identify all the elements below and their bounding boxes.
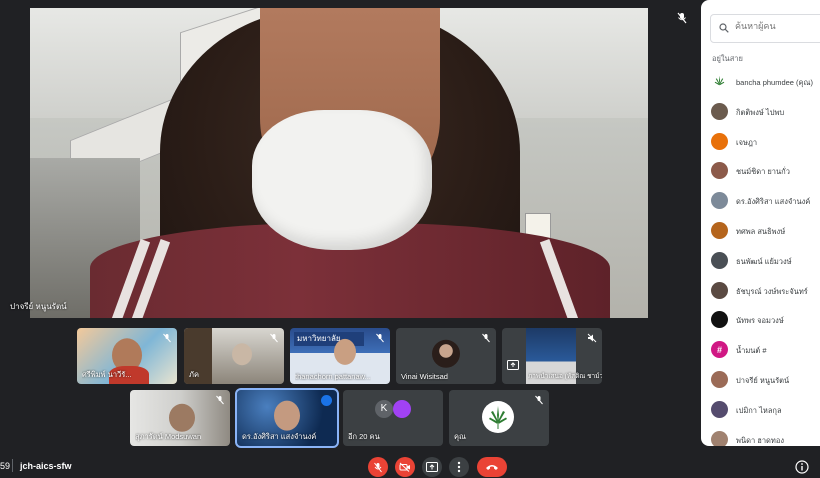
participant-avatar <box>432 339 460 368</box>
participant-name: Vinai Wisitsad <box>401 372 448 381</box>
participant-list-name: เจษฎา <box>736 137 758 147</box>
mic-off-icon <box>374 462 382 472</box>
meeting-code: jch-aics-sfw <box>20 461 72 471</box>
participant-avatar <box>711 281 728 299</box>
info-icon[interactable] <box>795 460 809 474</box>
speaking-indicator-icon <box>321 395 332 406</box>
pinned-participant-name: ปาจรีย์ หนูนรัตน์ <box>10 302 67 311</box>
participant-avatar <box>711 102 728 120</box>
participant-name: ภัค <box>189 370 199 379</box>
participant-video <box>232 343 252 366</box>
participant-list-item[interactable]: ทศพล สนธิพงษ์ <box>701 217 820 247</box>
participant-list-name: ปาจรีย์ หนูนรัตน์ <box>736 375 790 385</box>
mic-off-icon <box>270 333 278 343</box>
participant-name: ศรีพิมพ์ นาวีรั... <box>82 370 132 379</box>
participant-name: คุณ <box>454 432 466 441</box>
camera-off-icon <box>399 462 410 472</box>
participant-tile[interactable]: ศรีพิมพ์ นาวีรั... <box>77 328 177 384</box>
participant-avatar <box>711 192 728 210</box>
participant-tile[interactable]: ภัค <box>184 328 284 384</box>
participant-list-name: ธัชบุรณ์ วงษ์พระจันทร์ <box>736 286 808 296</box>
participant-name: สุภารัตน์ Modsuwan <box>135 432 202 441</box>
participant-avatar <box>711 162 728 180</box>
search-box[interactable] <box>710 14 820 43</box>
participant-list-item[interactable]: ชนม์ชิดา ยานกั่ว <box>701 157 820 187</box>
toggle-microphone-button[interactable] <box>368 457 388 477</box>
participant-list-item[interactable]: เปมิกา ไหลกุล <box>701 396 820 426</box>
toggle-camera-button[interactable] <box>395 457 415 477</box>
search-icon <box>719 23 729 33</box>
meeting-time: 59 <box>0 461 11 471</box>
participant-avatar <box>711 400 728 418</box>
participant-tile[interactable]: Vinai Wisitsad <box>396 328 496 384</box>
participant-avatar <box>711 251 728 269</box>
people-panel: อยู่ในสาย bancha phumdee (คุณ) กิตติพงษ์ … <box>701 0 820 446</box>
participant-list-item[interactable]: ปาจรีย์ หนูนรัตน์ <box>701 366 820 396</box>
participant-list-name: ชนม์ชิดา ยานกั่ว <box>736 167 790 177</box>
participant-avatar: # <box>711 341 728 359</box>
participant-list-name: bancha phumdee (คุณ) <box>736 78 814 87</box>
participant-list-name: ธนพัฒน์ แย้มวงษ์ <box>736 256 792 266</box>
more-participants-label: อีก 20 คน <box>348 432 380 441</box>
divider <box>12 459 13 472</box>
participant-video <box>274 400 300 431</box>
speaker-off-icon <box>587 333 597 343</box>
leave-call-button[interactable] <box>477 457 507 477</box>
present-screen-icon <box>507 360 519 370</box>
cannabis-leaf-icon <box>489 406 507 429</box>
search-people-input[interactable] <box>735 21 820 31</box>
participant-initial-avatar: K <box>375 400 393 418</box>
participant-list-name: ดร.อังศิริสา แสงจำนงค์ <box>736 197 811 207</box>
more-options-button[interactable] <box>449 457 469 477</box>
participant-tile[interactable]: สุภารัตน์ Modsuwan <box>130 390 230 446</box>
video-person-mask <box>252 110 432 250</box>
participant-avatar <box>393 400 411 418</box>
participant-video <box>169 403 195 432</box>
mic-off-icon <box>677 12 687 24</box>
participant-tile[interactable]: มหาวิทยาลัย thanachorn pattanaw... <box>290 328 390 384</box>
presentation-tile[interactable]: ภาพนำเสนอ (หัสติณ ชาม์วงษ์) <box>502 328 602 384</box>
participant-list-item[interactable]: เจษฎา <box>701 128 820 158</box>
participant-name: ดร.อังศิริสา แสงจำนงค์ <box>242 432 317 441</box>
self-avatar <box>482 401 514 433</box>
participant-list-item[interactable]: ธนพัฒน์ แย้มวงษ์ <box>701 247 820 277</box>
participant-list-item[interactable]: ดร.อังศิริสา แสงจำนงค์ <box>701 187 820 217</box>
participant-avatar <box>711 370 728 388</box>
main-video-feed[interactable] <box>30 8 648 318</box>
present-now-button[interactable] <box>422 457 442 477</box>
participant-list-item[interactable]: ธัชบุรณ์ วงษ์พระจันทร์ <box>701 277 820 307</box>
more-participants-tile[interactable]: K อีก 20 คน <box>343 390 443 446</box>
participant-list-item[interactable]: นัทพร จอมวงษ์ <box>701 306 820 336</box>
mic-off-icon <box>482 333 490 343</box>
participant-avatar <box>711 221 728 239</box>
participant-name: ภาพนำเสนอ (หัสติณ ชาม์วงษ์) <box>528 373 602 380</box>
more-vert-icon <box>457 461 461 473</box>
mic-off-icon <box>216 395 224 405</box>
participant-list-item[interactable]: # น้ำมนต์ # <box>701 336 820 366</box>
participant-tile-speaking[interactable]: ดร.อังศิริสา แสงจำนงค์ <box>235 388 339 448</box>
cannabis-leaf-icon <box>711 73 728 90</box>
participant-list-name: กิตติพงษ์ ไปพบ <box>736 107 785 117</box>
participant-list-item[interactable]: พนิดา ฮาดทอง <box>701 426 820 446</box>
participant-list-item[interactable]: bancha phumdee (คุณ) <box>701 68 820 98</box>
mic-off-icon <box>163 333 171 343</box>
mic-off-icon <box>376 333 384 343</box>
phone-hangup-icon <box>486 465 498 470</box>
participant-avatar <box>711 311 728 329</box>
section-in-call-label: อยู่ในสาย <box>712 54 743 63</box>
mic-off-icon <box>535 395 543 405</box>
participant-avatar <box>711 132 728 150</box>
participant-list-item[interactable]: กิตติพงษ์ ไปพบ <box>701 98 820 128</box>
present-screen-icon <box>426 462 438 472</box>
participant-list: bancha phumdee (คุณ) กิตติพงษ์ ไปพบเจษฎาช… <box>701 68 820 446</box>
participant-video <box>334 338 356 365</box>
participant-name: thanachorn pattanaw... <box>295 372 371 381</box>
self-tile[interactable]: คุณ <box>449 390 549 446</box>
participant-list-name: นัทพร จอมวงษ์ <box>736 316 784 326</box>
participant-list-name: ทศพล สนธิพงษ์ <box>736 226 786 236</box>
participant-avatar <box>711 430 728 446</box>
participant-list-name: เปมิกา ไหลกุล <box>736 405 782 415</box>
participant-list-name: น้ำมนต์ # <box>736 346 767 356</box>
participant-list-name: พนิดา ฮาดทอง <box>736 435 785 445</box>
